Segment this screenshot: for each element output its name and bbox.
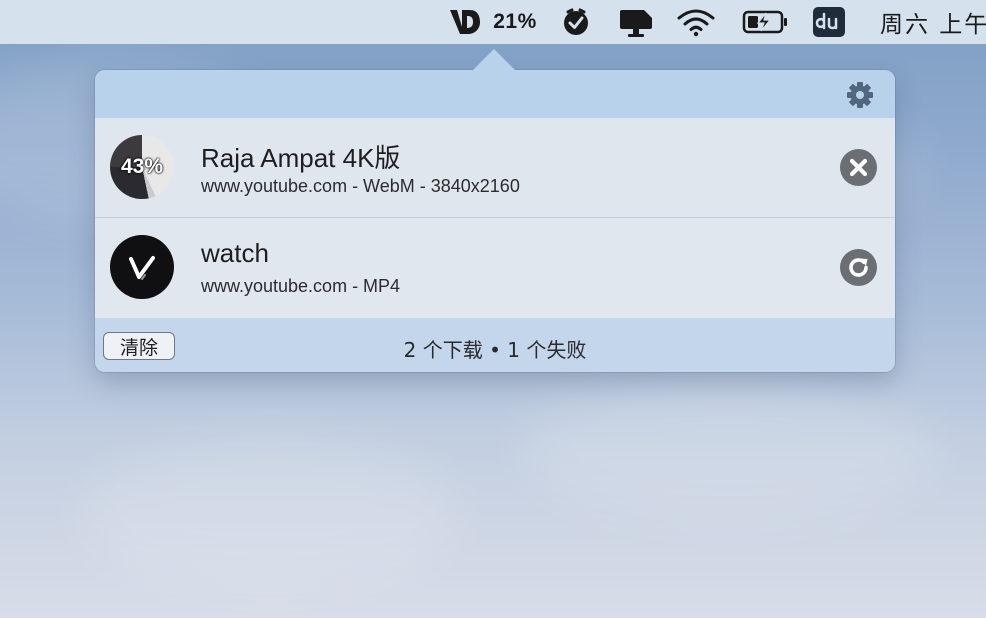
display-icon[interactable]: [617, 0, 655, 44]
menu-bar: 21% 周六 上午: [0, 0, 986, 44]
battery-charging-icon[interactable]: [742, 0, 788, 44]
downloads-status: 2 个下载 • 1 个失败: [403, 338, 587, 362]
retry-icon: [849, 258, 868, 277]
progress-percent: 43%: [120, 155, 164, 178]
retry-download-button[interactable]: [840, 249, 877, 286]
popover-header: [95, 70, 895, 118]
gear-icon: [847, 82, 873, 108]
task-check-icon[interactable]: [560, 0, 592, 44]
wifi-icon[interactable]: [675, 0, 717, 44]
download-title: watch: [201, 238, 269, 268]
download-row[interactable]: watch www.youtube.com - MP4: [95, 218, 895, 317]
downloads-popover: 43% Raja Ampat 4K版 www.youtube.com - Web…: [95, 70, 895, 372]
close-icon: [849, 158, 868, 177]
downloader-app-icon[interactable]: [447, 0, 483, 44]
du-app-icon[interactable]: [812, 0, 846, 44]
watch-logo-icon: [129, 256, 155, 280]
cancel-download-button[interactable]: [840, 149, 877, 186]
download-row[interactable]: 43% Raja Ampat 4K版 www.youtube.com - Web…: [95, 118, 895, 218]
settings-button[interactable]: [845, 80, 875, 110]
menubar-clock[interactable]: 周六 上午: [880, 0, 986, 44]
download-details: www.youtube.com - MP4: [201, 276, 401, 296]
downloader-percent[interactable]: 21%: [490, 0, 540, 44]
popover-footer: 清除 2 个下载 • 1 个失败: [95, 318, 895, 372]
download-thumbnail: [110, 235, 174, 299]
download-details: www.youtube.com - WebM - 3840x2160: [201, 176, 520, 196]
popover-arrow: [472, 49, 516, 71]
download-thumbnail-progress: 43%: [110, 135, 174, 199]
download-title: Raja Ampat 4K版: [201, 143, 401, 173]
